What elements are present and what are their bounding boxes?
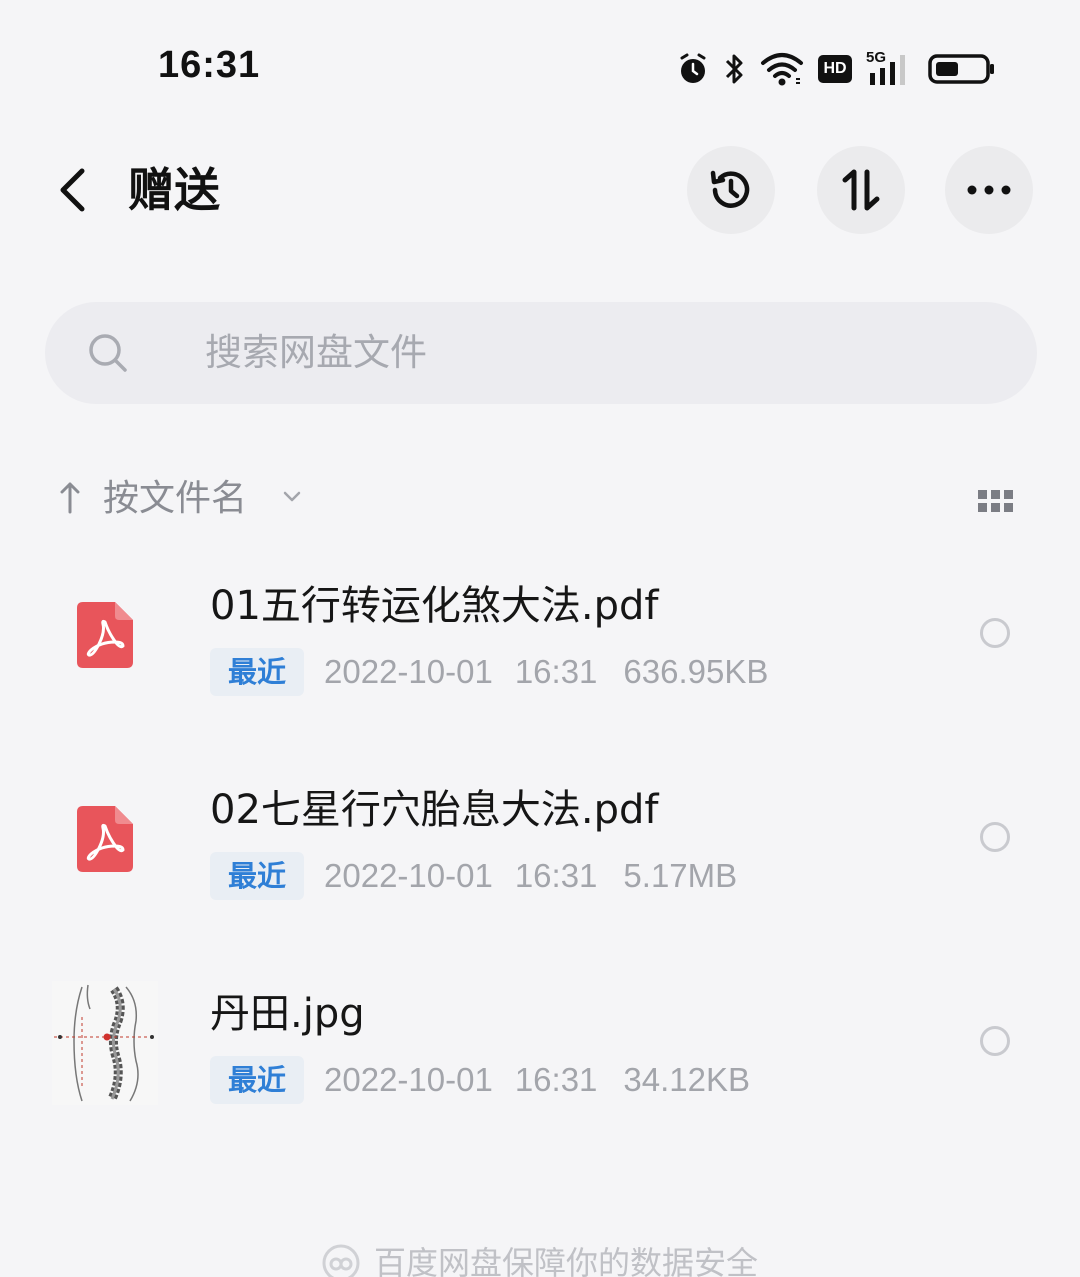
sort-button[interactable] [817,146,905,234]
file-row[interactable]: 02七星行穴胎息大法.pdf 最近 2022-10-01 16:31 5.17M… [0,764,1080,968]
file-date: 2022-10-01 [324,1061,493,1098]
arrow-up-icon [60,482,80,514]
pdf-icon [52,774,158,904]
more-icon [967,185,1011,195]
file-row[interactable]: 丹田.jpg 最近 2022-10-01 16:31 34.12KB [0,968,1080,1172]
footer-text: 百度网盘保障你的数据安全 [373,1244,758,1277]
footer: 百度网盘保障你的数据安全 [0,1238,1080,1277]
select-radio[interactable] [980,822,1010,852]
file-size: 34.12KB [623,1061,751,1098]
bluetooth-icon [725,54,743,84]
file-size: 636.95KB [623,653,769,690]
header: 赠送 [0,140,1080,240]
file-row[interactable]: 01五行转运化煞大法.pdf 最近 2022-10-01 16:31 636.9… [0,560,1080,764]
file-meta: 最近 2022-10-01 16:31 636.95KB [210,648,768,696]
hd-label: HD [823,60,847,77]
history-button[interactable] [687,146,775,234]
grid-view-icon[interactable] [976,488,1016,514]
hd-icon: HD [818,55,852,83]
file-date: 2022-10-01 [324,653,493,690]
search-input[interactable]: 搜索网盘文件 [45,302,1037,404]
status-time: 16:31 [158,44,261,86]
screen: 16:31 HD 5G 赠送 搜索网盘文件 按文件名 01五行转运化煞大法.pd… [0,0,1080,1277]
status-icons: HD 5G [676,46,996,92]
file-name: 01五行转运化煞大法.pdf [210,583,659,629]
status-bar: 16:31 HD 5G [0,0,1080,120]
page-title: 赠送 [128,163,220,217]
recent-badge: 最近 [210,648,305,696]
select-radio[interactable] [980,1026,1010,1056]
history-icon [710,170,750,208]
file-size: 5.17MB [623,857,738,894]
sort-icon [842,169,880,211]
search-placeholder: 搜索网盘文件 [205,331,427,374]
wifi-icon [761,53,803,86]
5g-signal-icon: 5G [866,49,914,87]
recent-badge: 最近 [210,852,305,900]
chevron-left-icon [60,168,85,212]
file-name: 丹田.jpg [210,991,365,1037]
file-meta: 最近 2022-10-01 16:31 34.12KB [210,1056,750,1104]
recent-badge: 最近 [210,1056,305,1104]
file-date: 2022-10-01 [324,857,493,894]
search-icon [89,334,127,372]
sort-bar: 按文件名 [0,470,1080,530]
file-meta: 最近 2022-10-01 16:31 5.17MB [210,852,737,900]
file-time: 16:31 [514,857,598,894]
back-button[interactable] [50,162,94,218]
file-time: 16:31 [514,1061,598,1098]
sort-by-name-dropdown[interactable]: 按文件名 [103,474,247,524]
more-button[interactable] [945,146,1033,234]
image-thumbnail [52,978,158,1108]
alarm-icon [680,53,706,83]
file-time: 16:31 [514,653,598,690]
file-name: 02七星行穴胎息大法.pdf [210,787,659,833]
select-radio[interactable] [980,618,1010,648]
pdf-icon [52,570,158,700]
chevron-down-icon[interactable] [282,490,302,504]
file-list: 01五行转运化煞大法.pdf 最近 2022-10-01 16:31 636.9… [0,560,1080,1172]
cloud-shield-icon [322,1244,360,1277]
battery-icon [928,54,994,84]
